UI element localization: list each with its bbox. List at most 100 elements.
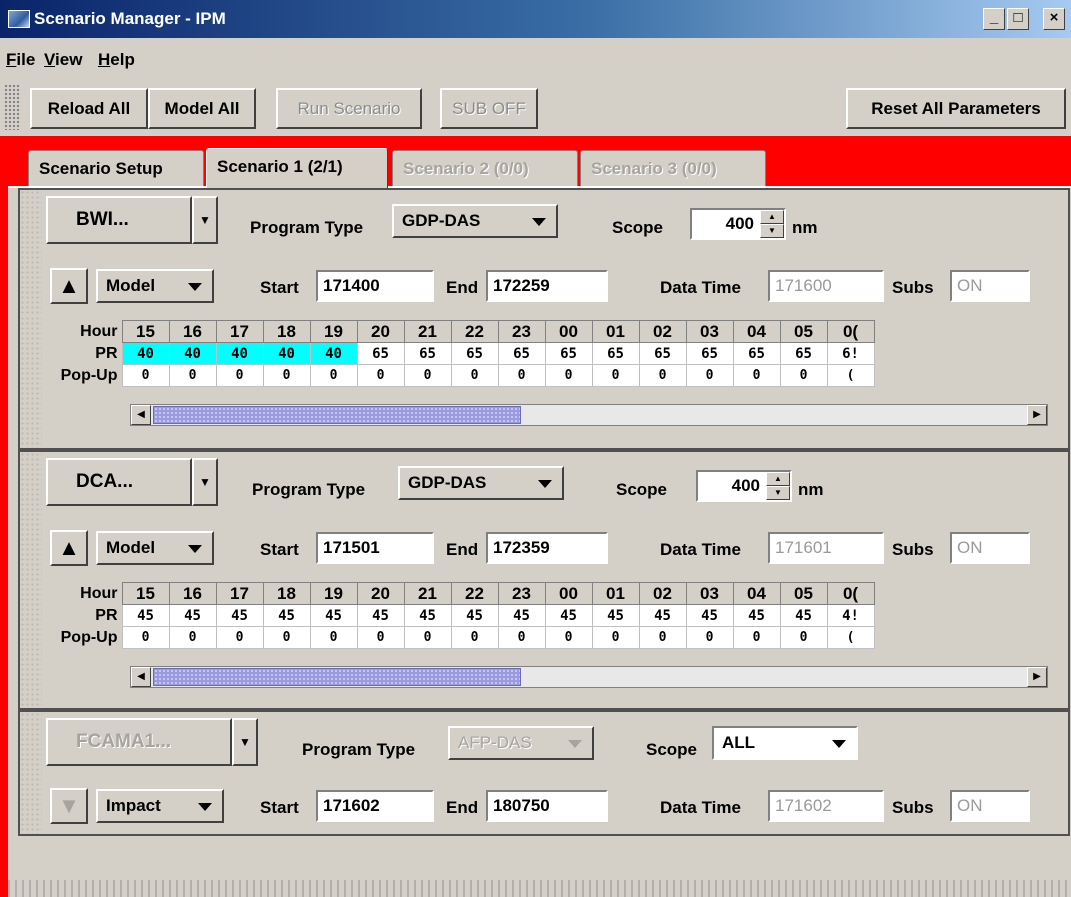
popup-cell[interactable]: 0: [638, 626, 687, 649]
pr-cell[interactable]: 65: [450, 342, 499, 365]
airport-selector[interactable]: DCA...: [46, 458, 192, 506]
horizontal-scrollbar[interactable]: ◀ ▶: [130, 404, 1048, 426]
airport-dropdown-button[interactable]: ▼: [192, 196, 218, 244]
popup-cell[interactable]: 0: [779, 364, 828, 387]
menu-view[interactable]: View: [44, 50, 82, 70]
pr-cell[interactable]: 40: [309, 342, 358, 365]
horizontal-scrollbar[interactable]: ◀ ▶: [130, 666, 1048, 688]
pr-cell[interactable]: 45: [544, 604, 593, 627]
scope-select[interactable]: ALL: [712, 726, 858, 760]
pr-cell[interactable]: 45: [356, 604, 405, 627]
reset-all-parameters-button[interactable]: Reset All Parameters: [846, 88, 1066, 129]
mode-select[interactable]: Model: [96, 269, 214, 303]
pr-cell[interactable]: 65: [638, 342, 687, 365]
popup-cell[interactable]: 0: [544, 364, 593, 387]
sub-off-button[interactable]: SUB OFF: [440, 88, 538, 129]
collapse-button[interactable]: ▲: [50, 268, 88, 304]
reload-all-button[interactable]: Reload All: [30, 88, 148, 129]
pr-cell[interactable]: 45: [309, 604, 358, 627]
pr-cell[interactable]: 65: [356, 342, 405, 365]
popup-cell[interactable]: 0: [591, 364, 640, 387]
popup-cell[interactable]: 0: [685, 626, 734, 649]
mode-select[interactable]: Model: [96, 531, 214, 565]
popup-cell[interactable]: 0: [215, 364, 264, 387]
popup-cell[interactable]: 0: [309, 626, 358, 649]
popup-cell[interactable]: 0: [450, 626, 499, 649]
pr-cell[interactable]: 40: [121, 342, 170, 365]
program-type-select[interactable]: GDP-DAS: [392, 204, 558, 238]
pr-cell[interactable]: 45: [591, 604, 640, 627]
popup-cell[interactable]: 0: [309, 364, 358, 387]
collapse-button[interactable]: ▼: [50, 788, 88, 824]
start-time-input[interactable]: 171602: [316, 790, 434, 822]
pr-cell[interactable]: 65: [732, 342, 781, 365]
pr-cell[interactable]: 45: [638, 604, 687, 627]
end-time-input[interactable]: 172359: [486, 532, 608, 564]
menu-help[interactable]: Help: [98, 50, 135, 70]
spin-up-icon[interactable]: ▲: [766, 472, 790, 486]
pr-cell[interactable]: 40: [215, 342, 264, 365]
scrollbar-thumb[interactable]: [153, 668, 521, 686]
popup-cell[interactable]: 0: [215, 626, 264, 649]
pr-cell[interactable]: 40: [168, 342, 217, 365]
pr-cell[interactable]: 65: [403, 342, 452, 365]
popup-cell[interactable]: 0: [121, 364, 170, 387]
airport-selector[interactable]: BWI...: [46, 196, 192, 244]
popup-cell[interactable]: 0: [356, 364, 405, 387]
pr-cell[interactable]: 45: [262, 604, 311, 627]
airport-selector[interactable]: FCAMA1...: [46, 718, 232, 766]
minimize-button[interactable]: _: [983, 8, 1005, 30]
popup-cell[interactable]: 0: [779, 626, 828, 649]
tab-scenario-1[interactable]: Scenario 1 (2/1): [206, 148, 388, 188]
pr-cell[interactable]: 45: [403, 604, 452, 627]
popup-cell[interactable]: 0: [356, 626, 405, 649]
pr-cell[interactable]: 40: [262, 342, 311, 365]
maximize-button[interactable]: □: [1007, 8, 1029, 30]
model-all-button[interactable]: Model All: [148, 88, 256, 129]
run-scenario-button[interactable]: Run Scenario: [276, 88, 422, 129]
airport-dropdown-button[interactable]: ▼: [192, 458, 218, 506]
pr-cell[interactable]: 65: [591, 342, 640, 365]
tab-scenario-setup[interactable]: Scenario Setup: [28, 150, 204, 186]
popup-cell[interactable]: 0: [638, 364, 687, 387]
pr-cell[interactable]: 45: [121, 604, 170, 627]
pr-cell[interactable]: 65: [497, 342, 546, 365]
scroll-left-icon[interactable]: ◀: [131, 405, 151, 425]
tab-scenario-3[interactable]: Scenario 3 (0/0): [580, 150, 766, 186]
pr-cell[interactable]: 45: [779, 604, 828, 627]
end-time-input[interactable]: 172259: [486, 270, 608, 302]
pr-cell[interactable]: 45: [732, 604, 781, 627]
popup-cell[interactable]: (: [826, 626, 875, 649]
close-button[interactable]: ×: [1043, 8, 1065, 30]
pr-cell[interactable]: 65: [685, 342, 734, 365]
popup-cell[interactable]: 0: [544, 626, 593, 649]
pr-cell[interactable]: 45: [168, 604, 217, 627]
popup-cell[interactable]: 0: [403, 626, 452, 649]
mode-select[interactable]: Impact: [96, 789, 224, 823]
scope-spinner[interactable]: 400 ▲ ▼: [690, 208, 786, 240]
airport-dropdown-button[interactable]: ▼: [232, 718, 258, 766]
start-time-input[interactable]: 171501: [316, 532, 434, 564]
popup-cell[interactable]: (: [826, 364, 875, 387]
spin-up-icon[interactable]: ▲: [760, 210, 784, 224]
program-type-select[interactable]: AFP-DAS: [448, 726, 594, 760]
popup-cell[interactable]: 0: [121, 626, 170, 649]
popup-cell[interactable]: 0: [732, 626, 781, 649]
scroll-right-icon[interactable]: ▶: [1027, 405, 1047, 425]
pr-cell[interactable]: 45: [215, 604, 264, 627]
spin-down-icon[interactable]: ▼: [760, 224, 784, 238]
start-time-input[interactable]: 171400: [316, 270, 434, 302]
popup-cell[interactable]: 0: [732, 364, 781, 387]
pr-cell[interactable]: 45: [450, 604, 499, 627]
popup-cell[interactable]: 0: [262, 626, 311, 649]
popup-cell[interactable]: 0: [168, 364, 217, 387]
popup-cell[interactable]: 0: [591, 626, 640, 649]
collapse-button[interactable]: ▲: [50, 530, 88, 566]
popup-cell[interactable]: 0: [262, 364, 311, 387]
popup-cell[interactable]: 0: [168, 626, 217, 649]
scroll-left-icon[interactable]: ◀: [131, 667, 151, 687]
pr-cell[interactable]: 4!: [826, 604, 875, 627]
pr-cell[interactable]: 45: [497, 604, 546, 627]
scope-spinner[interactable]: 400 ▲ ▼: [696, 470, 792, 502]
pr-cell[interactable]: 65: [544, 342, 593, 365]
